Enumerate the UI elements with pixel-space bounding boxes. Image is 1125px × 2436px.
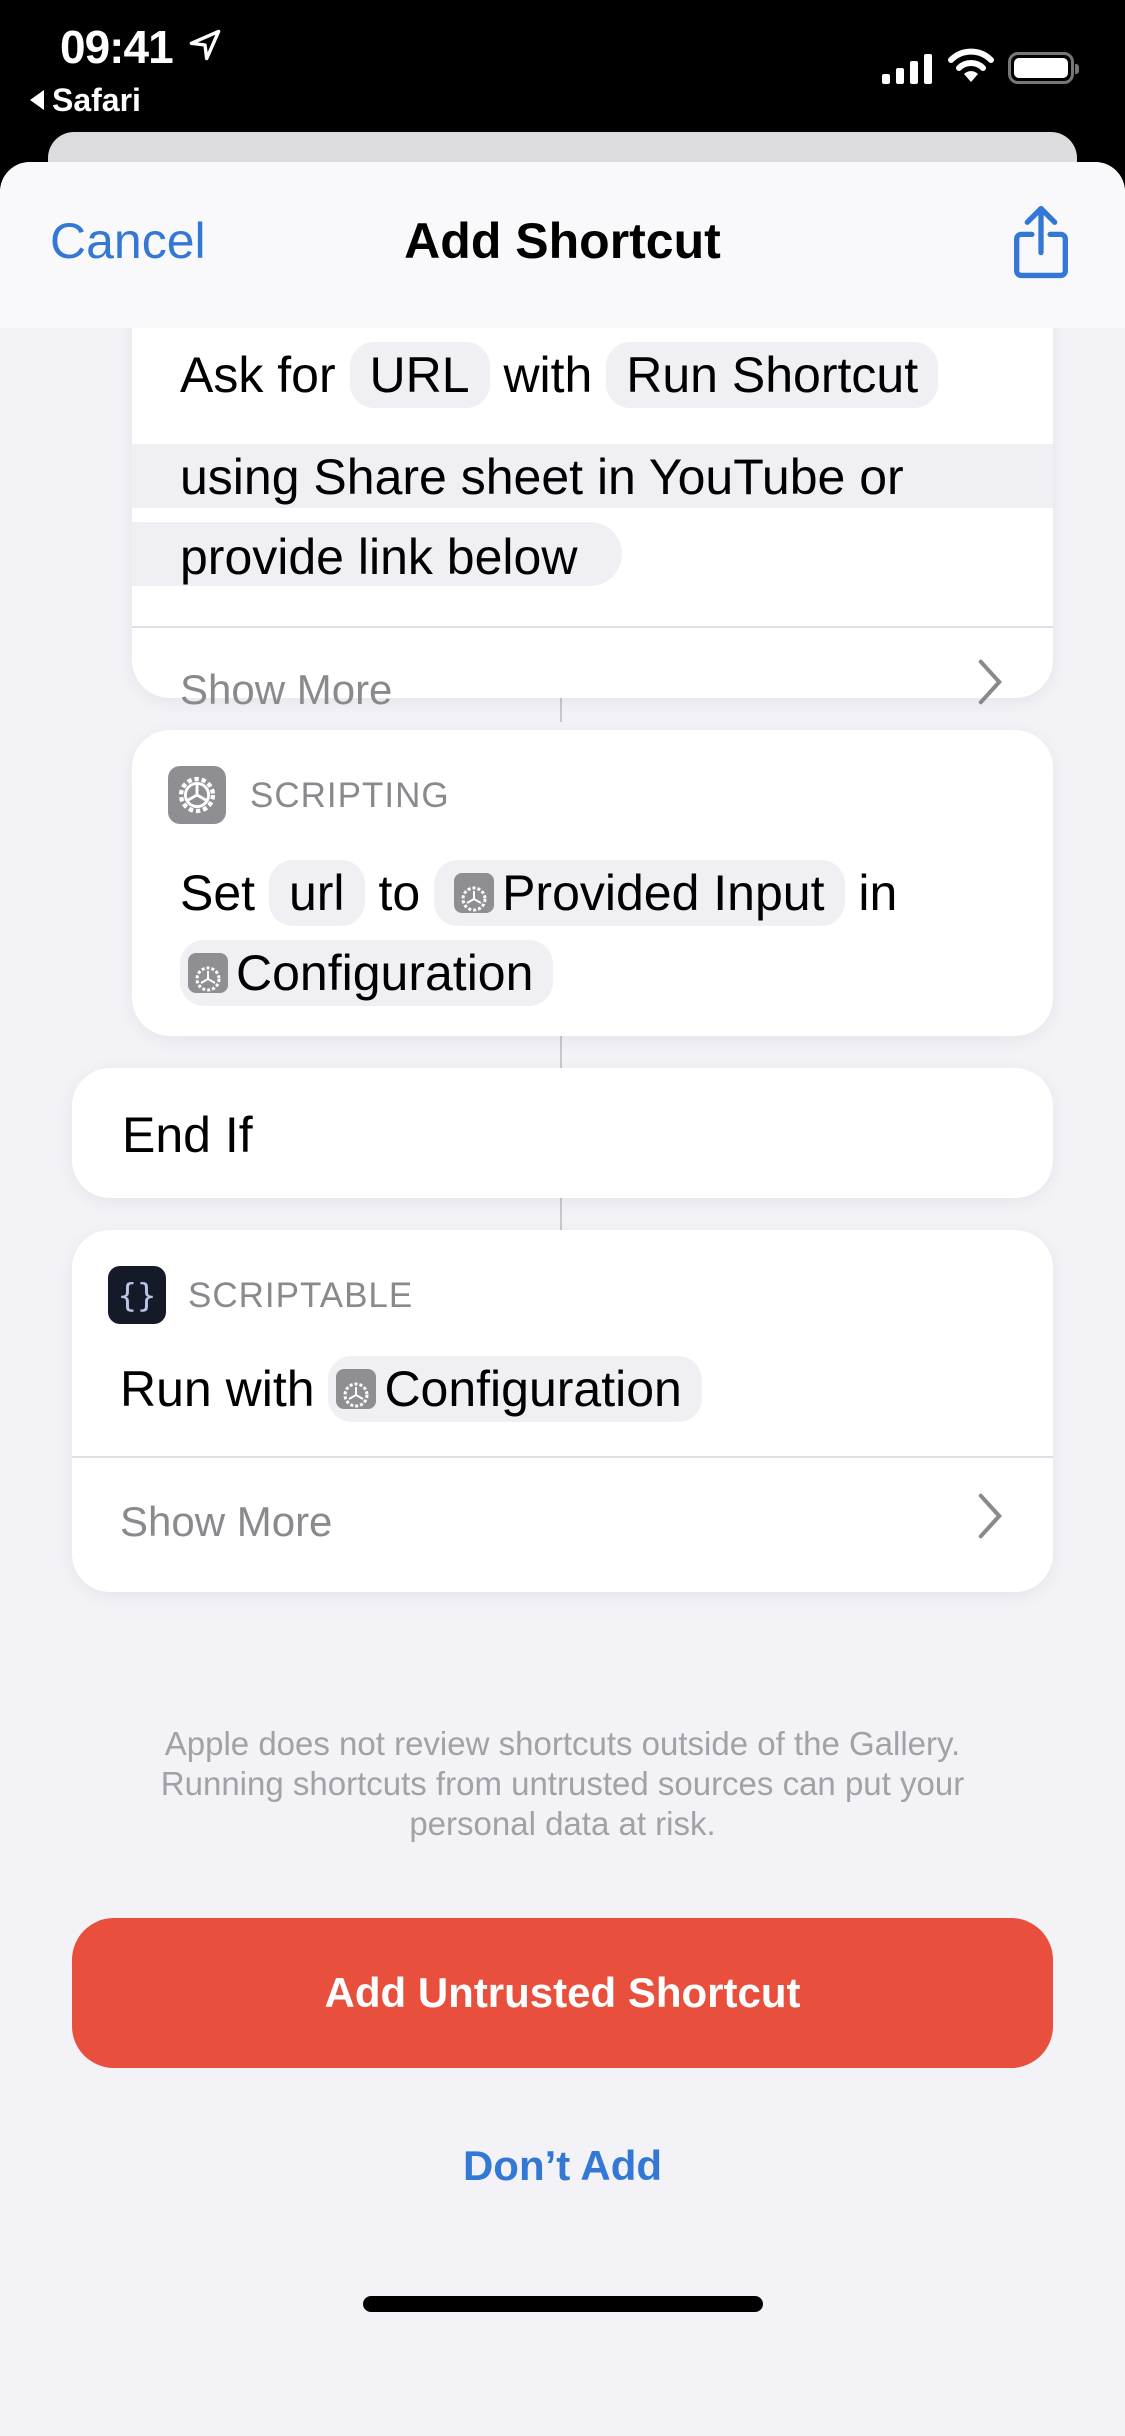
app-label: SCRIPTING — [250, 776, 450, 815]
action-card-scriptable[interactable]: {} SCRIPTABLE Run with Configuration Sho… — [72, 1230, 1053, 1592]
share-icon[interactable] — [1010, 204, 1072, 280]
end-if-label: End If — [122, 1107, 253, 1163]
variable-url-pill[interactable]: URL — [349, 342, 490, 408]
divider — [132, 626, 1053, 628]
connector-line — [560, 1198, 562, 1230]
clock: 09:41 — [60, 21, 174, 73]
gear-icon — [454, 872, 495, 913]
text-with: with — [503, 347, 593, 403]
page-title: Add Shortcut — [404, 213, 721, 269]
action-card-set-variable[interactable]: SCRIPTING Set url to Provided Input in C… — [132, 730, 1053, 1036]
scripting-gear-icon — [168, 766, 226, 824]
wifi-icon — [948, 48, 994, 82]
action-summary: Ask for URL with Run Shortcut — [180, 342, 939, 408]
text-to: to — [378, 865, 421, 921]
location-arrow-icon — [189, 29, 221, 61]
dont-add-button[interactable]: Don’t Add — [0, 2142, 1125, 2190]
prompt-line-2[interactable]: using Share sheet in YouTube or — [180, 448, 904, 506]
show-more-button[interactable]: Show More — [180, 666, 392, 714]
security-disclaimer: Apple does not review shortcuts outside … — [160, 1725, 965, 1842]
divider — [72, 1456, 1053, 1458]
add-shortcut-sheet: Cancel Add Shortcut Ask for URL with Run… — [0, 162, 1125, 2436]
configuration-pill[interactable]: Configuration — [180, 940, 554, 1006]
nav-bar: Cancel Add Shortcut — [0, 162, 1125, 328]
svg-text:{}: {} — [118, 1277, 156, 1315]
action-summary: Set url to Provided Input in — [180, 860, 897, 926]
home-indicator[interactable] — [363, 2296, 763, 2312]
scriptable-app-icon: {} — [108, 1266, 166, 1324]
chevron-right-icon — [978, 659, 1002, 705]
pill-label: Configuration — [384, 1361, 682, 1417]
battery-icon — [1008, 52, 1079, 84]
add-untrusted-shortcut-button[interactable]: Add Untrusted Shortcut — [72, 1918, 1053, 2068]
prompt-line-3[interactable]: provide link below — [180, 528, 577, 586]
action-card-end-if[interactable]: End If — [72, 1068, 1053, 1198]
text-set: Set — [180, 865, 256, 921]
pill-label: Configuration — [236, 945, 534, 1001]
action-summary-line-2: Configuration — [180, 940, 554, 1006]
text-run-with: Run with — [120, 1361, 315, 1417]
cellular-signal-icon — [882, 54, 932, 84]
back-app-label: Safari — [52, 82, 141, 118]
text-ask-for: Ask for — [180, 347, 336, 403]
text-in: in — [858, 865, 898, 921]
default-answer-pill[interactable]: Run Shortcut — [606, 342, 939, 408]
gear-icon — [188, 952, 228, 993]
app-label: SCRIPTABLE — [188, 1276, 414, 1315]
variable-name-pill[interactable]: url — [268, 860, 365, 926]
back-to-safari[interactable]: Safari — [30, 82, 141, 119]
back-triangle-icon — [30, 89, 44, 110]
show-more-button[interactable]: Show More — [120, 1498, 332, 1546]
provided-input-pill[interactable]: Provided Input — [434, 860, 845, 926]
action-summary: Run with Configuration — [120, 1356, 702, 1422]
connector-line — [560, 1036, 562, 1068]
pill-label: Provided Input — [502, 865, 825, 921]
gear-icon — [336, 1368, 377, 1409]
chevron-right-icon — [978, 1493, 1002, 1539]
configuration-pill[interactable]: Configuration — [328, 1356, 702, 1422]
